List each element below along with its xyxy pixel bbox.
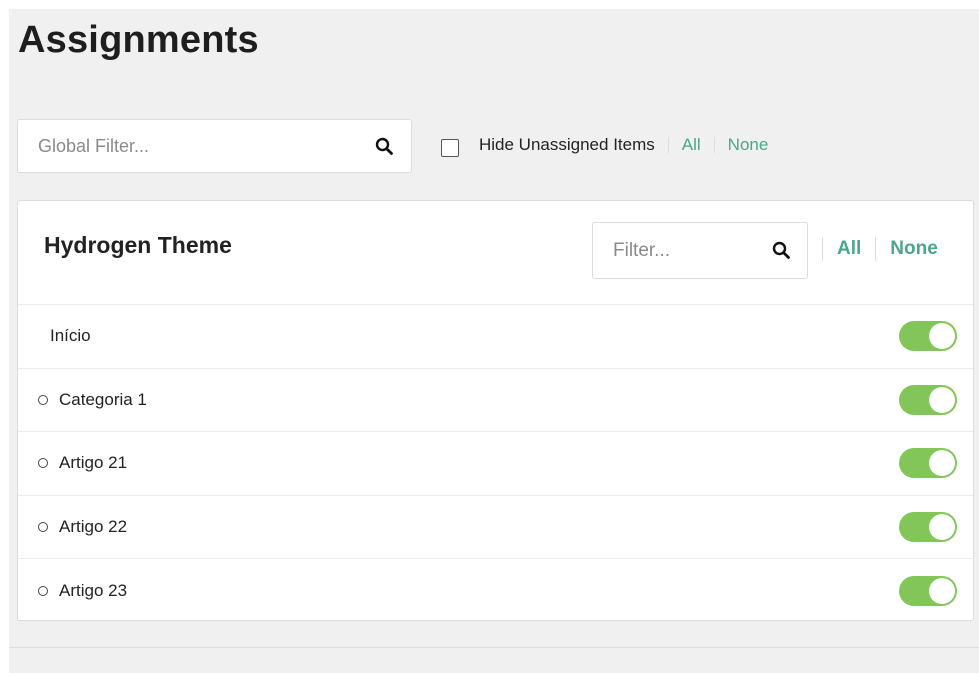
list-item: Início: [18, 305, 973, 369]
search-icon[interactable]: [375, 137, 393, 155]
search-icon[interactable]: [772, 241, 790, 259]
circle-bullet-icon: [38, 585, 48, 596]
select-none-global-link[interactable]: None: [728, 135, 769, 155]
select-none-card-link[interactable]: None: [890, 238, 938, 260]
select-all-global-link[interactable]: All: [682, 135, 701, 155]
divider: [9, 647, 979, 648]
toggle-knob: [929, 386, 955, 413]
list-item: Categoria 1: [18, 369, 973, 432]
toggle-knob: [929, 323, 955, 350]
assignment-toggle[interactable]: [899, 575, 957, 606]
assignment-toggle[interactable]: [899, 448, 957, 479]
hide-unassigned-label[interactable]: Hide Unassigned Items: [479, 135, 655, 155]
toggle-knob: [929, 577, 955, 604]
assignment-toggle[interactable]: [899, 321, 957, 352]
list-item: Artigo 21: [18, 432, 973, 496]
hide-unassigned-control: Hide Unassigned Items All None: [441, 133, 768, 157]
item-label: Início: [50, 326, 91, 346]
toggle-knob: [929, 513, 955, 540]
assignments-page: Assignments Hide Unassigned Items All No…: [9, 9, 979, 673]
list-item: Artigo 22: [18, 496, 973, 559]
global-filter-field[interactable]: [17, 119, 412, 173]
toggle-knob: [929, 450, 955, 477]
select-all-card-link[interactable]: All: [837, 238, 861, 260]
separator: [713, 137, 715, 153]
card-header: Hydrogen Theme All None: [18, 201, 973, 305]
page-title: Assignments: [18, 19, 259, 61]
card-title: Hydrogen Theme: [44, 232, 232, 258]
assignment-toggle[interactable]: [899, 384, 957, 415]
assignment-list: Início Categoria 1 Artigo 21 Artigo 22 A: [18, 305, 973, 623]
circle-bullet-icon: [38, 394, 48, 405]
circle-bullet-icon: [38, 521, 48, 532]
list-item: Artigo 23: [18, 559, 973, 623]
assignment-toggle[interactable]: [899, 511, 957, 542]
item-label: Artigo 22: [59, 516, 128, 536]
card-select-links: All None: [822, 237, 938, 261]
card-filter-field[interactable]: [592, 222, 808, 279]
separator: [875, 237, 877, 261]
global-filter-input[interactable]: [18, 120, 411, 172]
circle-bullet-icon: [38, 458, 48, 469]
hide-unassigned-checkbox[interactable]: [441, 139, 459, 157]
item-label: Artigo 23: [59, 580, 128, 600]
theme-assignments-card: Hydrogen Theme All None Início: [17, 200, 974, 621]
item-label: Categoria 1: [59, 389, 147, 409]
separator: [667, 137, 669, 153]
item-label: Artigo 21: [59, 453, 128, 473]
separator: [822, 237, 823, 261]
